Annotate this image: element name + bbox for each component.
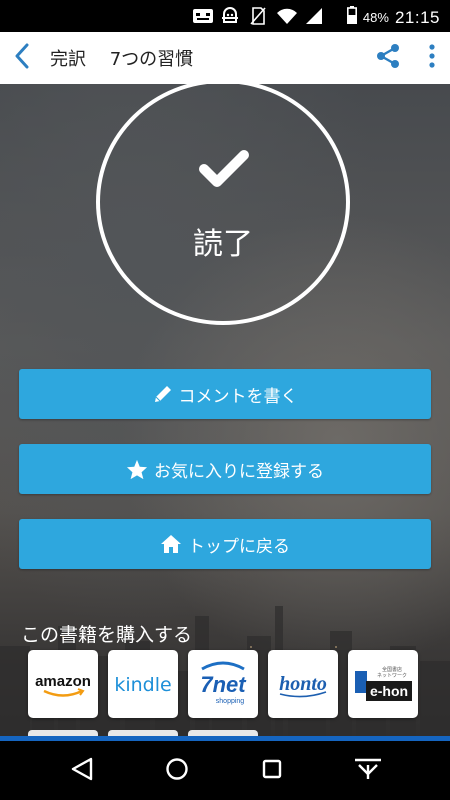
back-to-top-label: トップに戻る [188, 536, 290, 557]
kindle-logo: kindle [114, 674, 171, 696]
store-amazon[interactable]: amazon [28, 650, 98, 718]
square-recents-icon [262, 759, 282, 783]
nav-back-button[interactable] [66, 755, 98, 787]
nav-home-button[interactable] [161, 755, 193, 787]
store-kindle[interactable]: kindle [108, 650, 178, 718]
svg-text:shopping: shopping [216, 698, 245, 705]
pencil-icon [153, 384, 173, 404]
svg-text:e-hon: e-hon [370, 683, 408, 699]
back-to-top-button[interactable]: トップに戻る [19, 519, 431, 569]
more-vertical-icon [429, 44, 435, 72]
write-comment-button[interactable]: コメントを書く [19, 369, 431, 419]
svg-text:kindle: kindle [114, 674, 171, 696]
svg-text:honto: honto [279, 673, 327, 695]
status-bar: 48% 21:15 [0, 0, 450, 32]
hide-nav-icon [353, 757, 383, 785]
app-bar: 完訳 7つの習慣 [0, 32, 450, 84]
svg-text:ネットワーク: ネットワーク [377, 673, 407, 679]
page-title: 完訳 7つの習慣 [50, 49, 194, 70]
completion-label: 読了 [193, 227, 253, 262]
svg-text:amazon: amazon [35, 673, 91, 690]
7net-logo: 7net shopping [200, 661, 247, 705]
content-area: 読了 コメントを書く お気に入りに登録する トップに戻る この書籍を購入する a… [0, 84, 450, 736]
system-nav-bar [0, 741, 450, 800]
store-honto[interactable]: honto [268, 650, 338, 718]
store-e-hon[interactable]: 全国書店 ネットワーク e-hon [348, 650, 418, 718]
chevron-left-icon [14, 43, 30, 73]
e-hon-logo: 全国書店 ネットワーク e-hon [355, 666, 412, 701]
nav-hide-keyboard-button[interactable] [352, 755, 384, 787]
honto-logo: honto [279, 673, 327, 698]
amazon-logo: amazon [35, 673, 91, 697]
circle-home-icon [165, 757, 189, 785]
clock: 21:15 [394, 7, 440, 27]
share-icon [375, 43, 401, 73]
store-7net[interactable]: 7net shopping [188, 650, 258, 718]
no-sim-icon [248, 6, 268, 26]
notification-icon [192, 6, 213, 26]
add-favorite-label: お気に入りに登録する [154, 461, 324, 482]
nav-recents-button[interactable] [256, 755, 288, 787]
purchase-heading: この書籍を購入する [21, 624, 193, 646]
android-debug-icon [220, 6, 240, 26]
share-button[interactable] [372, 42, 404, 74]
triangle-back-icon [71, 757, 93, 785]
store-list: amazon kindle 7net shopping honto 全国書店 ネ… [28, 650, 418, 718]
checkmark-icon [198, 149, 250, 193]
svg-text:全国書店: 全国書店 [382, 666, 402, 673]
star-icon [126, 459, 148, 480]
signal-icon [304, 6, 324, 26]
battery-percent: 48% [362, 10, 389, 25]
add-favorite-button[interactable]: お気に入りに登録する [19, 444, 431, 494]
back-button[interactable] [0, 32, 44, 84]
wifi-icon [276, 6, 297, 26]
home-icon [160, 534, 182, 554]
battery-icon [346, 6, 357, 29]
more-options-button[interactable] [420, 42, 444, 74]
svg-text:7net: 7net [200, 672, 247, 697]
write-comment-label: コメントを書く [178, 386, 298, 407]
completion-badge: 読了 [96, 84, 350, 325]
